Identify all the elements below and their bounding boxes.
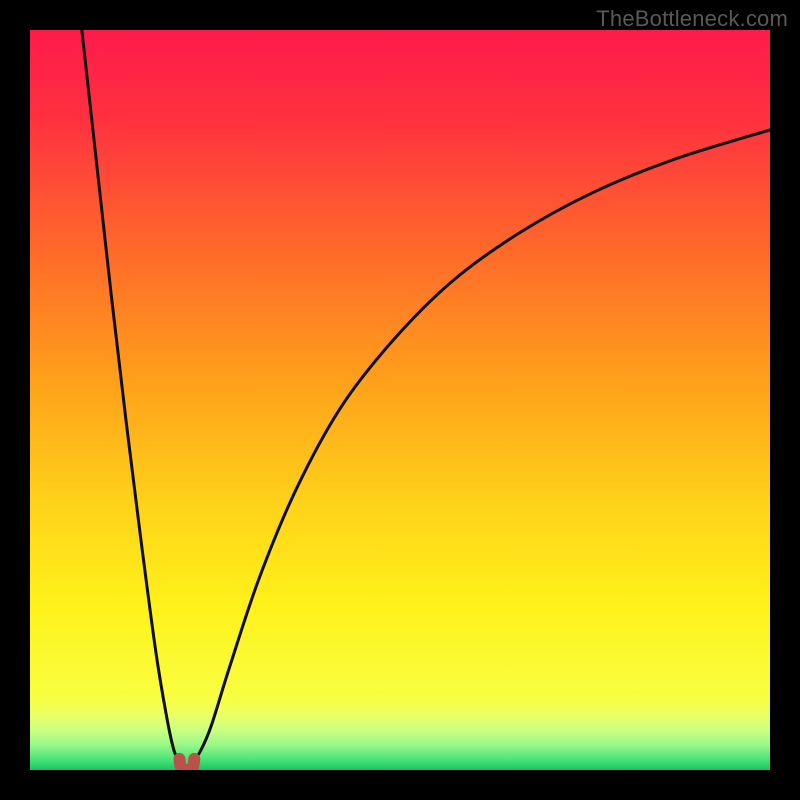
chart-svg	[30, 30, 770, 770]
gradient-background	[30, 30, 770, 770]
plot-area	[30, 30, 770, 770]
watermark-text: TheBottleneck.com	[596, 6, 788, 32]
chart-frame: TheBottleneck.com	[0, 0, 800, 800]
